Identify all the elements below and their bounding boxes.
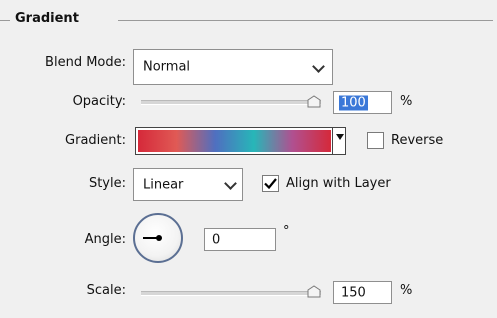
angle-unit: °	[283, 224, 290, 239]
chevron-down-icon	[312, 60, 325, 73]
checkmark-icon	[264, 178, 277, 190]
opacity-input[interactable]: 100	[333, 91, 392, 114]
reverse-label: Reverse	[391, 133, 444, 148]
opacity-label: Opacity:	[72, 94, 126, 109]
angle-input[interactable]: 0	[204, 228, 276, 251]
section-divider-right	[118, 20, 493, 21]
scale-input[interactable]: 150	[333, 281, 392, 304]
style-value: Linear	[143, 177, 184, 192]
opacity-value: 100	[339, 95, 368, 110]
scale-slider-track[interactable]	[141, 291, 321, 296]
gradient-preview	[138, 130, 331, 152]
style-label: Style:	[88, 176, 126, 191]
align-with-layer-checkbox[interactable]	[262, 175, 279, 192]
reverse-checkbox[interactable]	[367, 132, 384, 149]
angle-value: 0	[212, 232, 221, 247]
angle-label: Angle:	[84, 232, 126, 247]
style-select[interactable]: Linear	[133, 168, 243, 201]
blend-mode-label: Blend Mode:	[45, 55, 126, 70]
opacity-unit: %	[400, 94, 413, 109]
opacity-slider-track[interactable]	[141, 100, 321, 105]
triangle-down-icon	[336, 134, 344, 140]
scale-slider-thumb[interactable]	[307, 285, 321, 298]
scale-label: Scale:	[86, 283, 126, 298]
gradient-label: Gradient:	[65, 133, 126, 148]
blend-mode-select[interactable]: Normal	[133, 49, 333, 85]
blend-mode-value: Normal	[143, 59, 191, 75]
angle-dial[interactable]	[133, 213, 183, 263]
align-with-layer-label: Align with Layer	[286, 176, 391, 191]
section-divider-left	[0, 20, 10, 21]
scale-unit: %	[400, 283, 413, 298]
gradient-dropdown-button[interactable]	[332, 127, 346, 155]
section-title: Gradient	[15, 11, 79, 26]
scale-value: 150	[341, 285, 366, 300]
opacity-slider-thumb[interactable]	[307, 95, 321, 108]
gradient-picker[interactable]	[135, 127, 334, 155]
chevron-down-icon	[224, 177, 237, 190]
angle-dial-center	[156, 235, 162, 241]
